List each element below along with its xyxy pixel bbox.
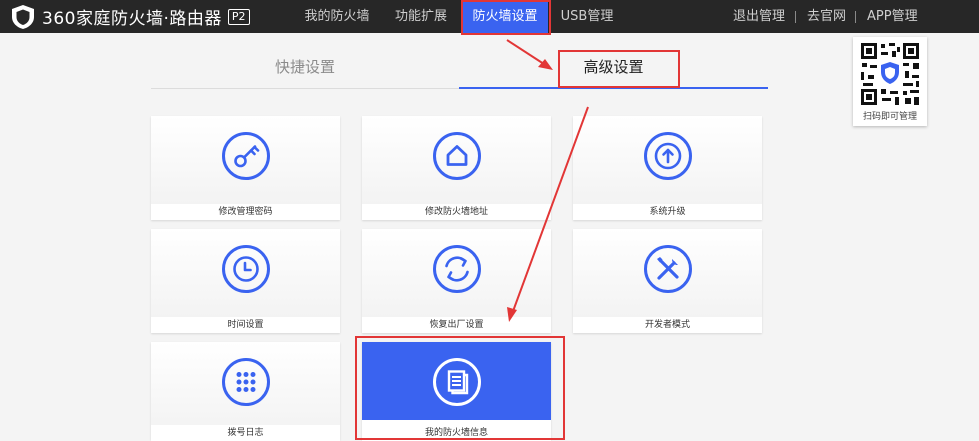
card-label: 系统升级	[573, 204, 762, 220]
header-separator	[855, 11, 856, 23]
qr-code-icon	[859, 41, 921, 107]
annotation-box-advanced-tab	[558, 50, 680, 88]
card-developer-mode[interactable]: 开发者模式	[573, 229, 762, 333]
card-label: 恢复出厂设置	[362, 317, 551, 333]
card-label: 修改防火墙地址	[362, 204, 551, 220]
brand-logo[interactable]: 360家庭防火墙·路由器 P2	[10, 3, 250, 30]
card-system-upgrade[interactable]: 系统升级	[573, 116, 762, 220]
official-site-link[interactable]: 去官网	[807, 0, 846, 33]
nav-extensions[interactable]: 功能扩展	[382, 0, 460, 33]
card-label: 拨号日志	[151, 425, 340, 441]
upgrade-arrow-icon	[644, 132, 692, 180]
home-icon	[433, 132, 481, 180]
card-factory-reset[interactable]: 恢复出厂设置	[362, 229, 551, 333]
tab-quick-settings[interactable]: 快捷设置	[151, 50, 459, 89]
card-dialup-log[interactable]: 拨号日志	[151, 342, 340, 441]
nav-usb-management[interactable]: USB管理	[552, 0, 622, 33]
model-badge: P2	[227, 8, 250, 25]
dialpad-icon	[222, 358, 270, 406]
tools-icon	[644, 245, 692, 293]
card-label: 开发者模式	[573, 317, 762, 333]
qr-caption: 扫码即可管理	[862, 112, 917, 122]
qr-code-panel: 扫码即可管理	[853, 37, 927, 126]
brand-name: 360家庭防火墙·路由器	[42, 9, 222, 29]
nav-my-firewall[interactable]: 我的防火墙	[293, 0, 381, 33]
clock-icon	[222, 245, 270, 293]
card-time-settings[interactable]: 时间设置	[151, 229, 340, 333]
card-change-firewall-address[interactable]: 修改防火墙地址	[362, 116, 551, 220]
annotation-box-nav	[461, 0, 551, 35]
card-label: 修改管理密码	[151, 204, 340, 220]
annotation-box-firewall-info	[355, 336, 565, 440]
header-separator	[795, 11, 796, 23]
shield-logo-icon	[12, 4, 34, 29]
logout-link[interactable]: 退出管理	[733, 0, 785, 33]
card-change-admin-password[interactable]: 修改管理密码	[151, 116, 340, 220]
app-management-link[interactable]: APP管理	[867, 0, 918, 33]
card-label: 时间设置	[151, 317, 340, 333]
key-icon	[222, 132, 270, 180]
refresh-icon	[433, 245, 481, 293]
